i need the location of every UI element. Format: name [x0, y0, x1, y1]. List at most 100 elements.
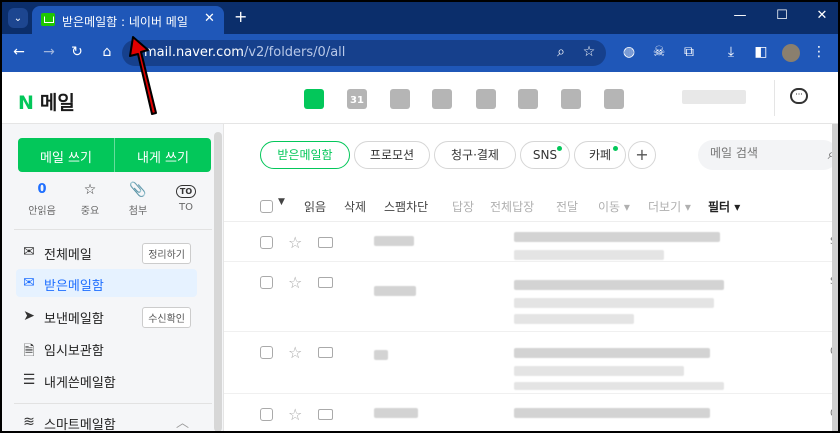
mail-row-checkbox[interactable]: [260, 408, 273, 421]
list-icon: ☰: [22, 372, 36, 388]
read-receipt-button[interactable]: 수신확인: [142, 307, 191, 328]
reload-icon[interactable]: ↻: [68, 44, 86, 60]
quick-unread[interactable]: 0 안읽음: [18, 182, 66, 217]
won-app-icon[interactable]: [561, 89, 581, 109]
subject-blurred: [514, 314, 634, 324]
minimize-button[interactable]: —: [730, 8, 750, 23]
filter-chip[interactable]: 받은메일함: [260, 141, 350, 169]
chevron-up-icon[interactable]: ︿: [176, 412, 189, 431]
browser-window: ⌄ 받은메일함 : 네이버 메일 ✕ + — ☐ ✕ ← → ↻ ⌂ mail.…: [0, 0, 840, 433]
envelope-icon[interactable]: [318, 409, 333, 420]
sender-blurred: [374, 236, 414, 246]
folder-to-me[interactable]: ☰ 내게쓴메일함: [16, 366, 197, 394]
forward-icon[interactable]: →: [40, 44, 58, 60]
folder-all-mail[interactable]: ✉ 전체메일 정리하기: [16, 238, 197, 266]
sidebar-scrollbar[interactable]: [214, 132, 222, 431]
action-button[interactable]: 전체답장: [490, 198, 534, 215]
mail-action-bar: ▼ 읽음 삭제 스팸차단 답장 전체답장 전달 이동 ▾ 더보기 ▾ 필터 ▾: [224, 190, 838, 222]
action-button[interactable]: 읽음: [304, 198, 326, 215]
new-dot-indicator: [557, 146, 562, 151]
action-button[interactable]: 필터 ▾: [708, 198, 740, 215]
active-tab[interactable]: 받은메일함 : 네이버 메일 ✕: [32, 6, 224, 34]
todo-app-icon[interactable]: [518, 89, 538, 109]
envelope-icon[interactable]: [318, 277, 333, 288]
box-app-icon[interactable]: [476, 89, 496, 109]
address-bar[interactable]: mail.naver.com/v2/folders/0/all ⌕ ☆: [122, 40, 606, 66]
action-button[interactable]: 이동 ▾: [598, 198, 630, 215]
select-dropdown-icon[interactable]: ▼: [278, 197, 285, 207]
subject-blurred: [514, 298, 714, 308]
url-text: mail.naver.com/v2/folders/0/all: [144, 45, 346, 60]
select-all-checkbox[interactable]: [260, 200, 273, 213]
calendar-app-icon[interactable]: 31: [347, 89, 367, 109]
write-mail-button[interactable]: 메일 쓰기: [18, 147, 114, 166]
filter-chip[interactable]: 프로모션: [354, 141, 430, 169]
translate-icon[interactable]: ◍: [620, 44, 638, 60]
smart-mailbox-toggle[interactable]: ≋ 스마트메일함 ︿: [16, 408, 197, 431]
profile-avatar[interactable]: [782, 44, 800, 62]
action-button[interactable]: 삭제: [344, 198, 366, 215]
home-icon[interactable]: ⌂: [98, 44, 116, 60]
subject-blurred: [514, 408, 710, 418]
add-filter-button[interactable]: +: [628, 141, 656, 169]
folder-sent[interactable]: ➤ 보낸메일함 수신확인: [16, 302, 197, 330]
action-button[interactable]: 더보기 ▾: [648, 198, 691, 215]
mail-search-input[interactable]: [710, 146, 800, 160]
mail-row-checkbox[interactable]: [260, 236, 273, 249]
filter-chip[interactable]: 카페: [574, 141, 626, 169]
list-app-icon[interactable]: [390, 89, 410, 109]
action-button[interactable]: 답장: [452, 198, 474, 215]
mail-row[interactable]: ☆04: [224, 332, 838, 394]
tab-search-button[interactable]: ⌄: [8, 8, 28, 28]
bookmark-app-icon[interactable]: [604, 89, 624, 109]
chat-icon[interactable]: ···: [790, 88, 808, 104]
side-panel-icon[interactable]: ◧: [752, 44, 770, 60]
sidebar-divider: [14, 403, 212, 404]
envelope-icon[interactable]: [318, 347, 333, 358]
more-menu-icon[interactable]: ⋮: [810, 44, 828, 60]
tab-close-icon[interactable]: ✕: [204, 11, 215, 26]
folder-name: 받은메일함: [44, 279, 104, 294]
zoom-icon[interactable]: ⌕: [552, 44, 570, 60]
mail-app-icon[interactable]: [304, 89, 324, 109]
unread-label: 안읽음: [28, 206, 56, 217]
bookmark-star-icon[interactable]: ☆: [580, 44, 598, 60]
mail-row[interactable]: ☆S: [224, 262, 838, 332]
quick-attachment[interactable]: 📎 첨부: [114, 182, 162, 217]
draft-icon: 🗎: [23, 343, 35, 359]
main-scrollbar[interactable]: [832, 124, 838, 431]
naver-mail-logo[interactable]: N 메일: [18, 88, 75, 115]
mail-row[interactable]: ☆S: [224, 222, 838, 262]
quick-to[interactable]: TO TO: [162, 182, 210, 213]
filter-chip-label: 카페: [588, 148, 612, 162]
folder-drafts[interactable]: 🗎 임시보관함: [16, 334, 197, 362]
account-name-blurred[interactable]: [682, 90, 746, 104]
filter-chip[interactable]: SNS: [520, 141, 570, 169]
mail-row-checkbox[interactable]: [260, 346, 273, 359]
close-window-button[interactable]: ✕: [812, 8, 832, 23]
action-button[interactable]: 스팸차단: [384, 198, 428, 215]
folder-name: 전체메일: [44, 248, 92, 263]
mail-row-checkbox[interactable]: [260, 276, 273, 289]
mail-row[interactable]: ☆04: [224, 394, 838, 431]
folder-inbox[interactable]: ✉ 받은메일함: [16, 269, 197, 297]
naver-mail-favicon-icon: [41, 13, 55, 26]
organize-button[interactable]: 정리하기: [142, 243, 191, 264]
star-icon[interactable]: ☆: [288, 273, 302, 292]
quick-important[interactable]: ☆ 중요: [66, 182, 114, 217]
write-self-button[interactable]: 내게 쓰기: [115, 147, 211, 166]
new-tab-button[interactable]: +: [234, 7, 247, 26]
contacts-app-icon[interactable]: [432, 89, 452, 109]
download-icon[interactable]: ⤓: [722, 44, 740, 60]
star-icon[interactable]: ☆: [288, 343, 302, 362]
maximize-button[interactable]: ☐: [772, 8, 792, 23]
extensions-puzzle-icon[interactable]: ⧉: [680, 44, 698, 60]
sidebar-divider: [14, 229, 212, 230]
extension-ghost-icon[interactable]: ☠: [650, 44, 668, 60]
action-button[interactable]: 전달: [556, 198, 578, 215]
star-icon[interactable]: ☆: [288, 405, 302, 424]
star-icon[interactable]: ☆: [288, 233, 302, 252]
envelope-icon[interactable]: [318, 237, 333, 248]
back-icon[interactable]: ←: [10, 44, 28, 60]
filter-chip[interactable]: 청구·결제: [434, 141, 516, 169]
